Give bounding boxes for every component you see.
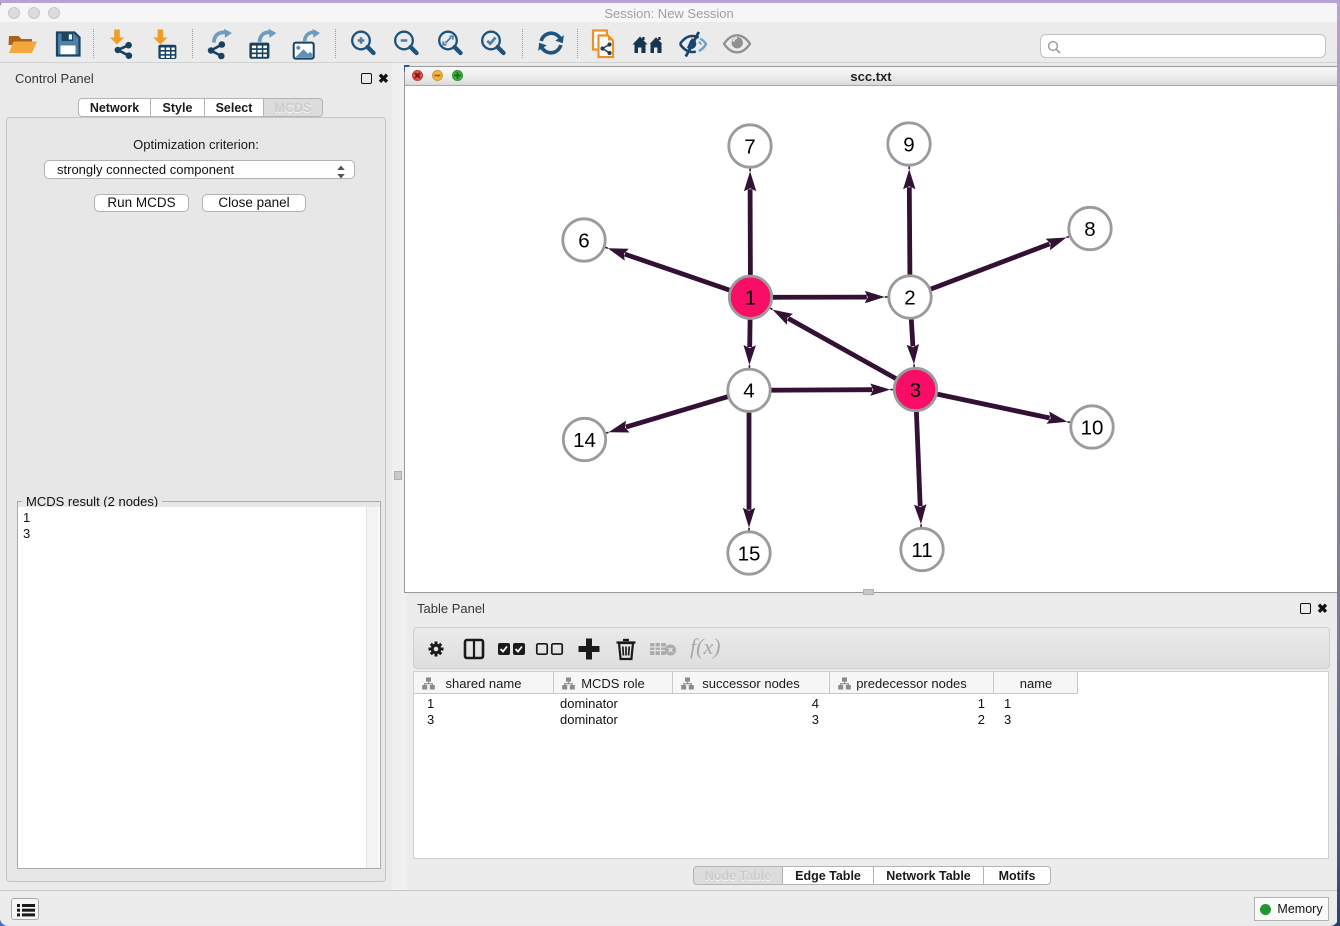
- svg-text:8: 8: [1084, 218, 1095, 241]
- svg-text:6: 6: [578, 229, 589, 252]
- svg-text:9: 9: [903, 133, 914, 156]
- svg-text:2: 2: [904, 286, 915, 309]
- svg-text:7: 7: [744, 135, 755, 158]
- svg-text:3: 3: [910, 379, 921, 402]
- svg-text:4: 4: [743, 380, 754, 403]
- svg-text:1: 1: [745, 287, 756, 310]
- svg-text:14: 14: [573, 429, 596, 452]
- svg-text:10: 10: [1081, 416, 1104, 439]
- svg-text:15: 15: [738, 542, 761, 565]
- svg-text:11: 11: [911, 539, 932, 562]
